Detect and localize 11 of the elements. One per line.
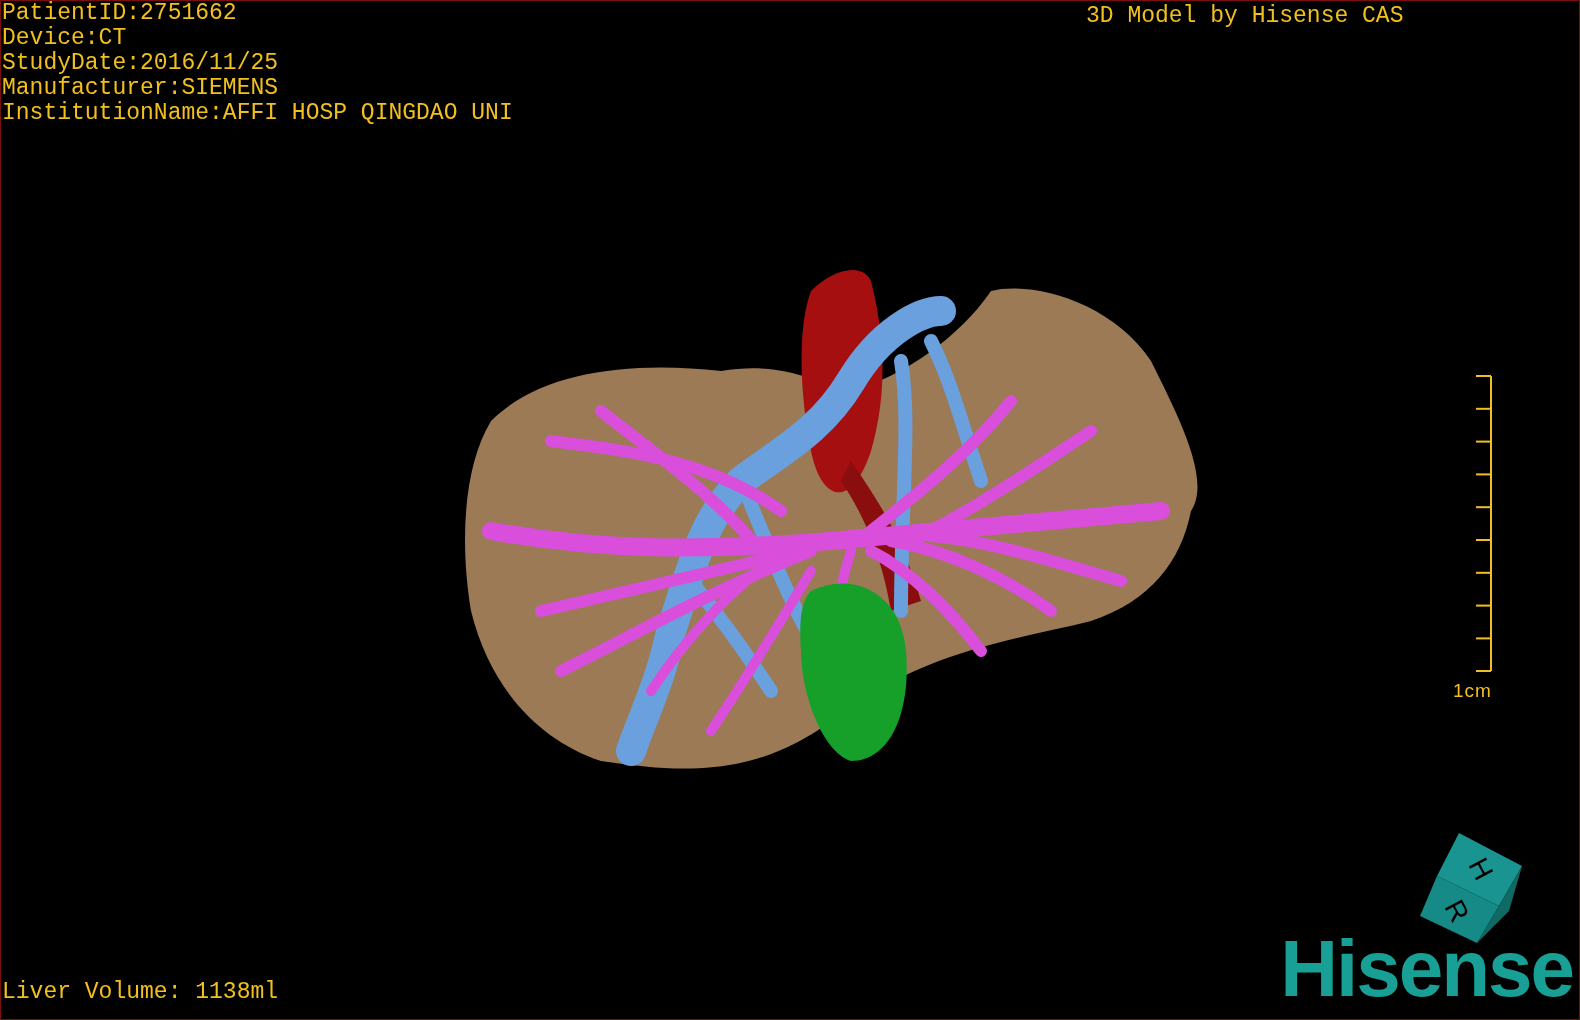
liver-volume-label: Liver Volume: 1138ml xyxy=(2,977,279,1007)
hisense-logo: Hisense xyxy=(1280,929,1573,1009)
model-credit: 3D Model by Hisense CAS xyxy=(1086,2,1404,31)
cube-face-label: R xyxy=(1438,894,1476,928)
info-line: StudyDate:2016/11/25 xyxy=(2,51,280,76)
info-line: Device:CT xyxy=(2,26,128,51)
info-line: InstitutionName:AFFI HOSP QINGDAO UNI xyxy=(2,101,513,126)
info-line: PatientID:2751662 xyxy=(2,1,238,26)
info-line: Manufacturer:SIEMENS xyxy=(2,76,280,101)
scale-label: 1cm xyxy=(1453,679,1492,703)
cube-face-label: H xyxy=(1462,852,1500,886)
